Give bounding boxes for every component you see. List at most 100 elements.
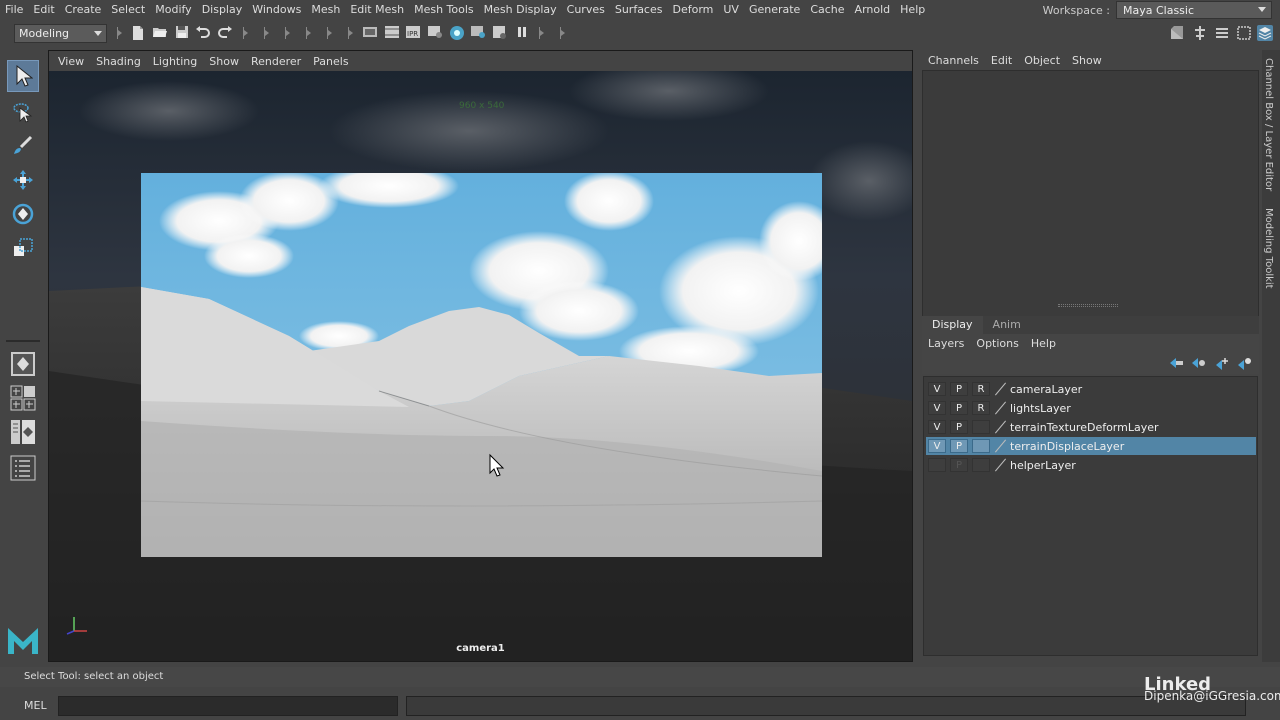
cb-menu-edit[interactable]: Edit <box>985 54 1018 67</box>
layer-row-terrain-displace[interactable]: V P terrainDisplaceLayer <box>926 437 1256 455</box>
display-type-toggle[interactable]: R <box>972 382 990 396</box>
outliner-panel-icon[interactable] <box>7 452 39 484</box>
display-type-toggle[interactable] <box>972 420 990 434</box>
hypershade-icon[interactable] <box>449 25 465 41</box>
channel-box-body[interactable] <box>922 70 1259 322</box>
pause-icon[interactable] <box>514 25 530 41</box>
move-layer-up-icon[interactable] <box>1168 356 1184 370</box>
layer-color-swatch[interactable] <box>994 401 1006 415</box>
viewport-menu-view[interactable]: View <box>52 55 90 68</box>
single-perspective-view-icon[interactable] <box>7 348 39 380</box>
redo-icon[interactable] <box>217 25 233 41</box>
viewport-menu-show[interactable]: Show <box>203 55 245 68</box>
render-view-icon[interactable] <box>362 25 378 41</box>
panel-splitter-handle[interactable] <box>1058 304 1118 307</box>
playback-toggle[interactable]: P <box>950 382 968 396</box>
scale-tool-icon[interactable] <box>7 232 39 264</box>
viewport-menu-lighting[interactable]: Lighting <box>147 55 203 68</box>
render-sequence-icon[interactable] <box>492 25 508 41</box>
visibility-toggle[interactable]: V <box>928 420 946 434</box>
display-type-toggle[interactable]: R <box>972 401 990 415</box>
display-type-toggle[interactable] <box>972 439 990 453</box>
le-menu-help[interactable]: Help <box>1025 337 1062 350</box>
visibility-toggle[interactable]: V <box>928 401 946 415</box>
layer-color-swatch[interactable] <box>994 382 1006 396</box>
side-tab-channel-box[interactable]: Channel Box / Layer Editor <box>1263 58 1274 191</box>
menu-edit[interactable]: Edit <box>28 0 59 20</box>
render-settings-icon[interactable] <box>427 25 443 41</box>
viewport-menu-panels[interactable]: Panels <box>307 55 354 68</box>
separator-2-icon[interactable] <box>264 25 270 41</box>
separator-1-icon[interactable] <box>243 25 249 41</box>
menu-modify[interactable]: Modify <box>150 0 196 20</box>
layer-row-camera[interactable]: V P R cameraLayer <box>926 380 1256 398</box>
menu-curves[interactable]: Curves <box>562 0 610 20</box>
separator-3-icon[interactable] <box>285 25 291 41</box>
viewport-menu-renderer[interactable]: Renderer <box>245 55 307 68</box>
viewport-menu-shading[interactable]: Shading <box>90 55 147 68</box>
save-scene-icon[interactable] <box>174 25 190 41</box>
playback-toggle[interactable]: P <box>950 401 968 415</box>
shelf-collapse-icon[interactable] <box>117 25 123 41</box>
layer-color-swatch[interactable] <box>994 458 1006 472</box>
visibility-toggle[interactable]: V <box>928 439 946 453</box>
arnold-render-icon[interactable] <box>470 25 486 41</box>
command-input[interactable] <box>58 696 398 716</box>
viewport-scene[interactable]: 960 x 540 <box>49 71 912 661</box>
menu-deform[interactable]: Deform <box>667 0 718 20</box>
side-tab-modeling-toolkit[interactable]: Modeling Toolkit <box>1263 208 1274 289</box>
menu-create[interactable]: Create <box>60 0 107 20</box>
channel-box-toggle-icon[interactable] <box>1257 25 1273 41</box>
display-type-toggle[interactable] <box>972 458 990 472</box>
new-scene-icon[interactable] <box>130 25 146 41</box>
cb-menu-channels[interactable]: Channels <box>922 54 985 67</box>
separator-6-icon[interactable] <box>348 25 354 41</box>
menu-mesh[interactable]: Mesh <box>306 0 345 20</box>
playback-toggle[interactable]: P <box>950 439 968 453</box>
le-menu-options[interactable]: Options <box>970 337 1024 350</box>
menu-cache[interactable]: Cache <box>805 0 849 20</box>
workspace-dropdown[interactable]: Maya Classic <box>1116 1 1272 19</box>
visibility-toggle[interactable]: V <box>928 382 946 396</box>
playback-toggle[interactable]: P <box>950 458 968 472</box>
undo-icon[interactable] <box>195 25 211 41</box>
le-menu-layers[interactable]: Layers <box>922 337 970 350</box>
menu-set-dropdown[interactable]: Modeling <box>14 24 107 43</box>
menu-mesh-tools[interactable]: Mesh Tools <box>409 0 479 20</box>
separator-5-icon[interactable] <box>327 25 333 41</box>
lasso-tool-icon[interactable] <box>7 96 39 128</box>
menu-windows[interactable]: Windows <box>247 0 306 20</box>
separator-7-icon[interactable] <box>539 25 545 41</box>
menu-select[interactable]: Select <box>106 0 150 20</box>
menu-uv[interactable]: UV <box>718 0 744 20</box>
menu-arnold[interactable]: Arnold <box>850 0 896 20</box>
layer-row-helper[interactable]: P helperLayer <box>926 456 1256 474</box>
modeling-toolkit-icon[interactable] <box>1169 25 1185 41</box>
menu-display[interactable]: Display <box>197 0 248 20</box>
menu-edit-mesh[interactable]: Edit Mesh <box>345 0 409 20</box>
layer-color-swatch[interactable] <box>994 439 1006 453</box>
separator-8-icon[interactable] <box>560 25 566 41</box>
separator-4-icon[interactable] <box>306 25 312 41</box>
select-tool-icon[interactable] <box>7 60 39 92</box>
playback-toggle[interactable]: P <box>950 420 968 434</box>
outliner-icon[interactable] <box>1236 25 1252 41</box>
viewport-panel[interactable]: View Shading Lighting Show Renderer Pane… <box>48 50 913 662</box>
cb-menu-show[interactable]: Show <box>1066 54 1108 67</box>
persp-outliner-layout-icon[interactable] <box>7 416 39 448</box>
visibility-toggle[interactable] <box>928 458 946 472</box>
script-language-toggle[interactable]: MEL <box>24 699 47 712</box>
open-scene-icon[interactable] <box>152 25 168 41</box>
move-tool-icon[interactable] <box>7 164 39 196</box>
ipr-render-icon[interactable]: IPR <box>405 25 421 41</box>
layer-row-lights[interactable]: V P R lightsLayer <box>926 399 1256 417</box>
move-layer-down-icon[interactable] <box>1190 356 1206 370</box>
menu-help[interactable]: Help <box>895 0 930 20</box>
render-frame-icon[interactable] <box>384 25 400 41</box>
attribute-editor-icon[interactable] <box>1192 25 1208 41</box>
menu-file[interactable]: File <box>0 0 28 20</box>
rotate-tool-icon[interactable] <box>7 198 39 230</box>
four-view-layout-icon[interactable] <box>7 382 39 414</box>
cb-menu-object[interactable]: Object <box>1018 54 1066 67</box>
menu-mesh-display[interactable]: Mesh Display <box>479 0 562 20</box>
